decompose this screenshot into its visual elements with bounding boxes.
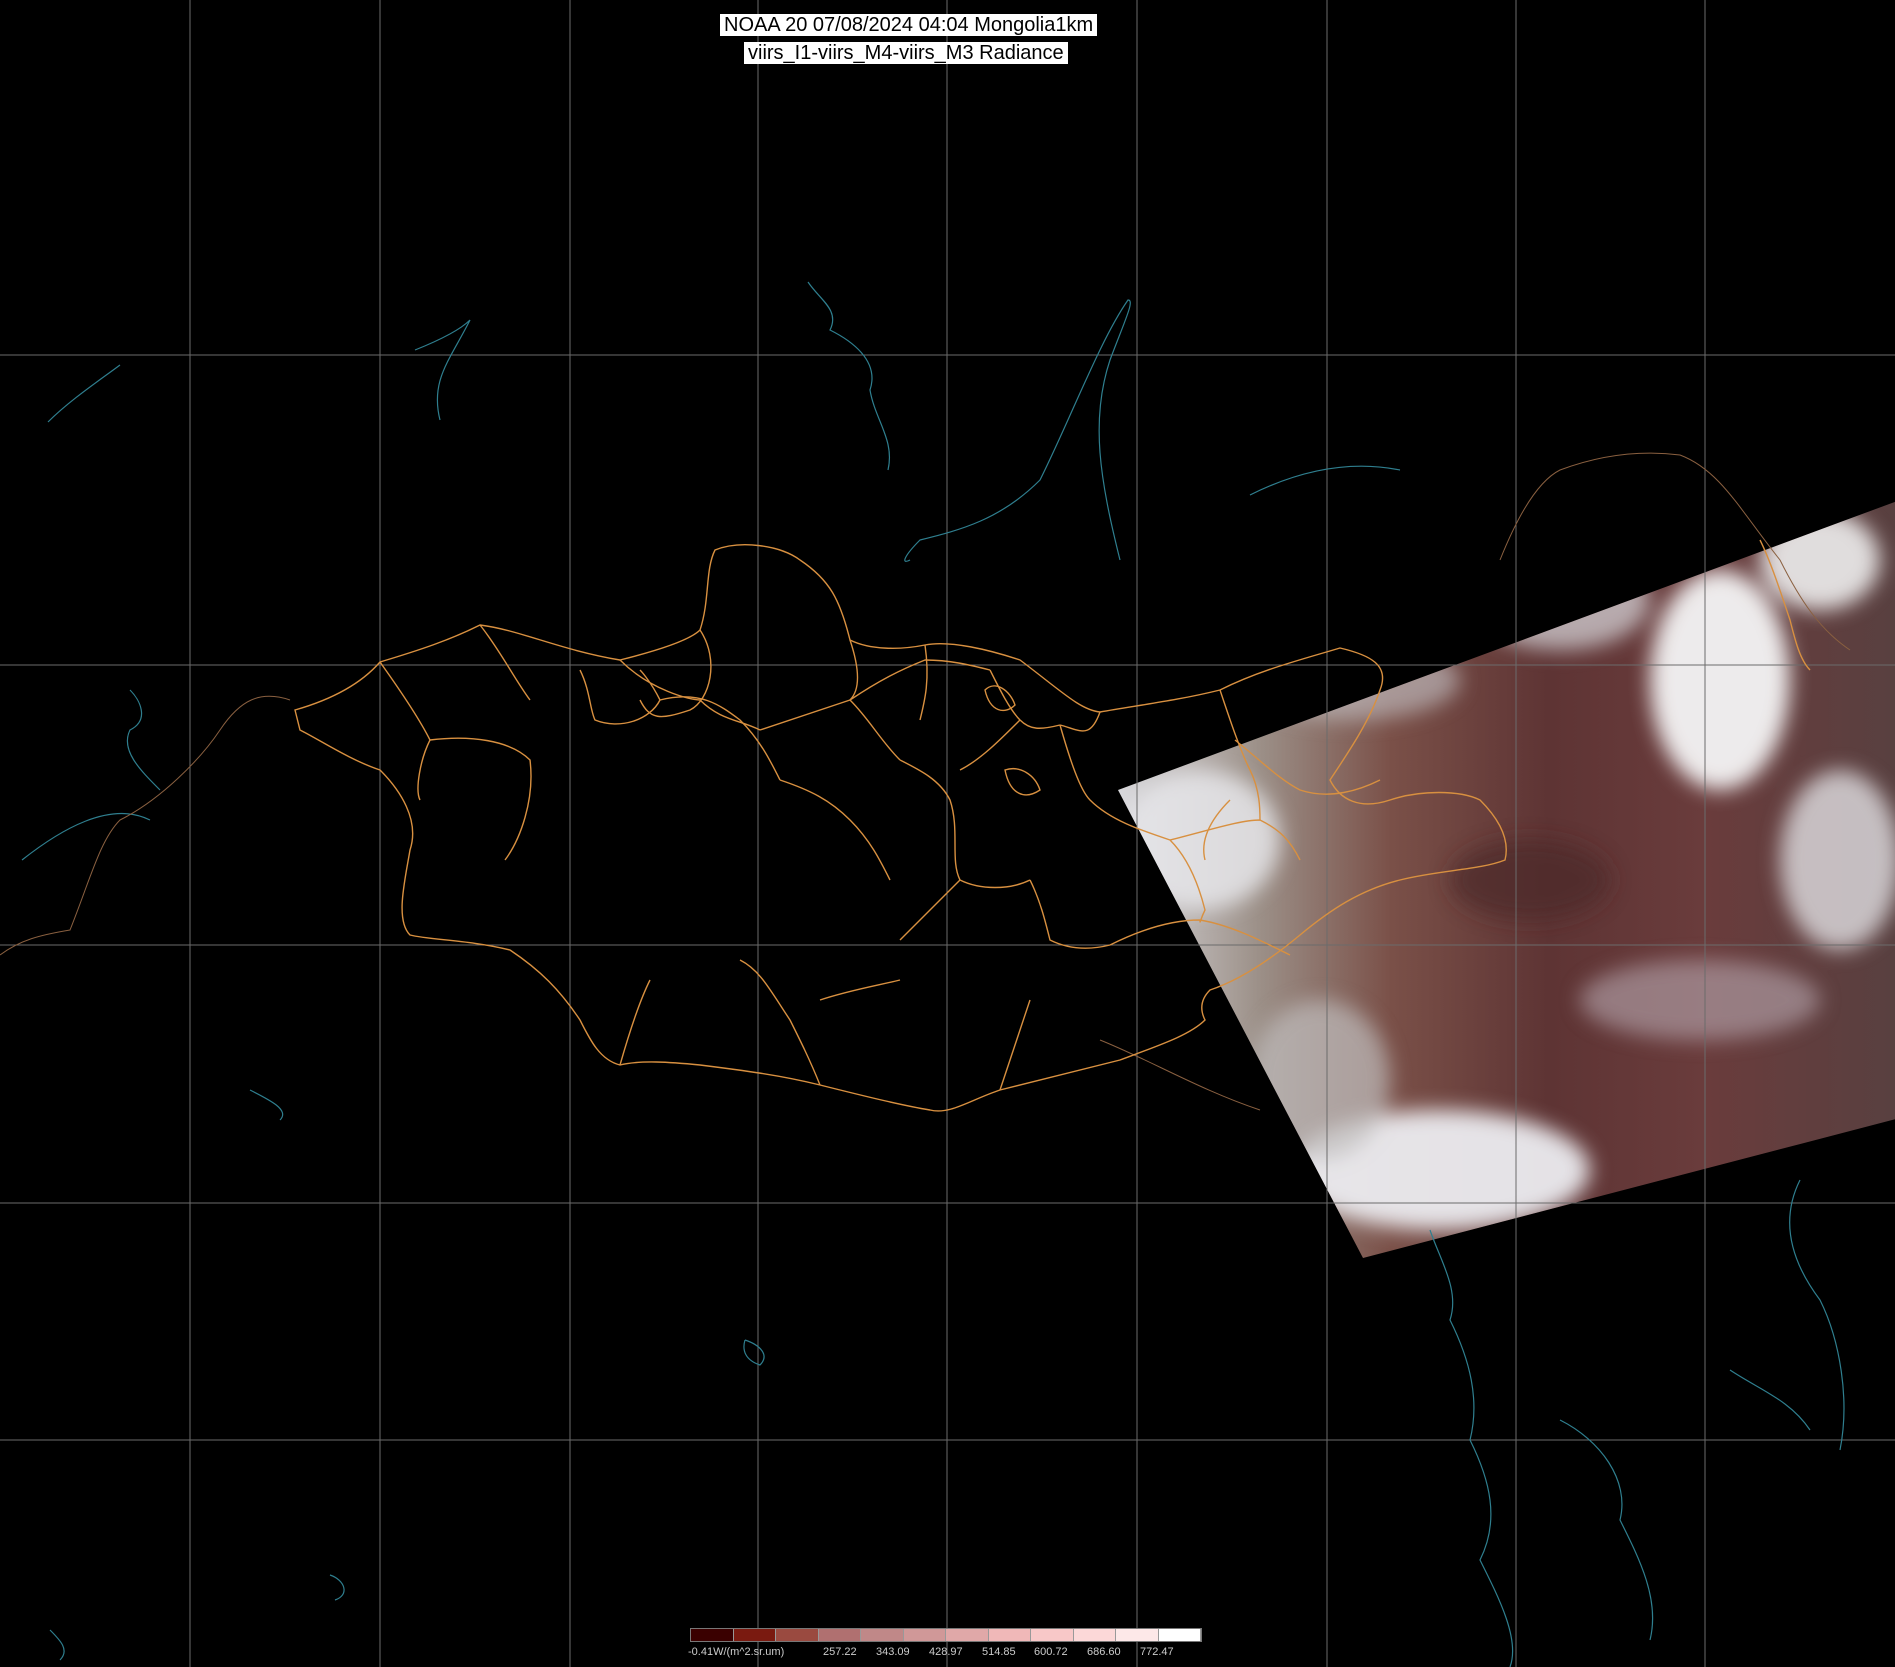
legend-label: 686.60: [1087, 1646, 1121, 1658]
legend-swatch: [818, 1629, 861, 1641]
map-title-line1: NOAA 20 07/08/2024 04:04 Mongolia1km: [720, 14, 1098, 36]
legend-swatch: [733, 1629, 776, 1641]
legend-swatch: [776, 1629, 819, 1641]
legend-label: 428.97: [929, 1646, 963, 1658]
legend-swatch: [1158, 1629, 1201, 1641]
legend-swatch: [1031, 1629, 1074, 1641]
legend-label: -0.41W/(m^2.sr.um): [688, 1646, 785, 1658]
legend-swatch: [988, 1629, 1031, 1641]
legend-swatch: [691, 1629, 734, 1641]
legend-label: 343.09: [876, 1646, 910, 1658]
legend-swatch: [946, 1629, 989, 1641]
legend-label: 257.22: [823, 1646, 857, 1658]
legend-swatch: [861, 1629, 904, 1641]
legend-label: 514.85: [982, 1646, 1016, 1658]
legend-label: 600.72: [1034, 1646, 1068, 1658]
legend-color-bar: [690, 1628, 1202, 1642]
color-legend: -0.41W/(m^2.sr.um) 257.22 343.09 428.97 …: [688, 1628, 1202, 1666]
legend-label: 772.47: [1140, 1646, 1174, 1658]
satellite-swath: [1118, 501, 1895, 1258]
legend-swatch: [903, 1629, 946, 1641]
satellite-map: [0, 0, 1895, 1667]
legend-swatch: [1116, 1629, 1159, 1641]
legend-swatch: [1073, 1629, 1116, 1641]
map-title-line2: viirs_I1-viirs_M4-viirs_M3 Radiance: [744, 42, 1068, 64]
